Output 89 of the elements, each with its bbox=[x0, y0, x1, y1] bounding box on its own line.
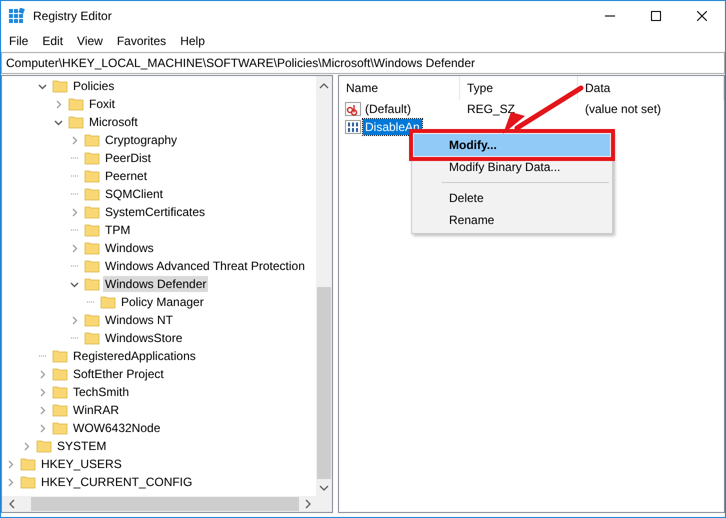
tree-item[interactable]: HKEY_CURRENT_CONFIG bbox=[39, 474, 194, 490]
folder-icon bbox=[84, 240, 100, 256]
maximize-icon bbox=[651, 11, 661, 21]
chevron-down-icon[interactable] bbox=[70, 280, 78, 288]
binary-value-icon bbox=[345, 119, 361, 135]
vertical-scrollbar[interactable] bbox=[316, 76, 332, 496]
scroll-thumb[interactable] bbox=[317, 287, 331, 479]
menu-item[interactable]: Edit bbox=[35, 34, 70, 48]
address-field[interactable]: Computer\HKEY_LOCAL_MACHINE\SOFTWARE\Policies\Microsoft\Windows Defender bbox=[1, 52, 725, 74]
tree-connector-icon bbox=[69, 337, 79, 339]
tree-item[interactable]: Windows Advanced Threat Protection bbox=[103, 258, 307, 274]
context-menu-item[interactable]: Modify... bbox=[414, 134, 610, 156]
chevron-right-icon[interactable] bbox=[70, 136, 78, 144]
tree-item[interactable]: Windows NT bbox=[103, 312, 176, 328]
tree-item[interactable]: Windows bbox=[103, 240, 156, 256]
tree-item[interactable]: Windows Defender bbox=[103, 276, 208, 292]
chevron-down-icon[interactable] bbox=[38, 82, 46, 90]
tree-item[interactable]: RegisteredApplications bbox=[71, 348, 198, 364]
value-name[interactable]: (Default) bbox=[363, 101, 414, 117]
window-title: Registry Editor bbox=[33, 9, 113, 23]
column-header[interactable]: Type bbox=[460, 76, 578, 100]
folder-icon bbox=[20, 456, 36, 472]
folder-icon bbox=[84, 204, 100, 220]
folder-icon bbox=[84, 132, 100, 148]
column-header[interactable]: Data bbox=[578, 76, 724, 100]
menu-item[interactable]: File bbox=[2, 34, 36, 48]
context-menu-item[interactable]: Modify Binary Data... bbox=[414, 156, 610, 178]
folder-icon bbox=[84, 330, 100, 346]
folder-icon bbox=[52, 78, 68, 94]
chevron-right-icon[interactable] bbox=[70, 244, 78, 252]
column-header[interactable]: Name bbox=[339, 76, 460, 100]
tree-item[interactable]: SYSTEM bbox=[55, 438, 108, 454]
folder-icon bbox=[84, 150, 100, 166]
folder-icon bbox=[52, 366, 68, 382]
tree-connector-icon bbox=[85, 301, 95, 303]
value-name[interactable]: DisableAn bbox=[363, 119, 422, 135]
tree-item[interactable]: SystemCertificates bbox=[103, 204, 208, 220]
tree-item[interactable]: WinRAR bbox=[71, 402, 122, 418]
tree-connector-icon bbox=[69, 265, 79, 267]
tree-item[interactable]: WindowsStore bbox=[103, 330, 184, 346]
folder-icon bbox=[52, 348, 68, 364]
registry-editor-icon bbox=[9, 8, 25, 24]
tree-item[interactable]: Peernet bbox=[103, 168, 150, 184]
folder-icon bbox=[84, 276, 100, 292]
scroll-thumb[interactable] bbox=[31, 497, 299, 511]
folder-icon bbox=[36, 438, 52, 454]
folder-icon bbox=[20, 474, 36, 490]
tree-item[interactable]: Microsoft bbox=[87, 114, 140, 130]
folder-icon bbox=[52, 402, 68, 418]
folder-icon bbox=[52, 420, 68, 436]
folder-icon bbox=[84, 222, 100, 238]
menu-item[interactable]: Favorites bbox=[110, 34, 174, 48]
horizontal-scrollbar[interactable] bbox=[2, 496, 316, 512]
tree-connector-icon bbox=[69, 175, 79, 177]
chevron-right-icon[interactable] bbox=[54, 100, 62, 108]
folder-icon bbox=[68, 114, 84, 130]
tree-item[interactable]: HKEY_USERS bbox=[39, 456, 124, 472]
tree-item[interactable]: Foxit bbox=[87, 96, 118, 112]
tree-item[interactable]: Cryptography bbox=[103, 132, 180, 148]
tree-item[interactable]: SoftEther Project bbox=[71, 366, 166, 382]
tree-item[interactable]: TPM bbox=[103, 222, 132, 238]
chevron-right-icon[interactable] bbox=[70, 316, 78, 324]
tree-connector-icon bbox=[69, 193, 79, 195]
tree-item[interactable]: Policy Manager bbox=[119, 294, 206, 310]
value-data: (value not set) bbox=[584, 102, 662, 116]
tree-item[interactable]: WOW6432Node bbox=[71, 420, 162, 436]
folder-icon bbox=[84, 258, 100, 274]
value-type: REG_SZ bbox=[466, 102, 516, 116]
tree-connector-icon bbox=[69, 157, 79, 159]
menu-item[interactable]: Help bbox=[173, 34, 212, 48]
chevron-right-icon[interactable] bbox=[70, 208, 78, 216]
tree-item[interactable]: PeerDist bbox=[103, 150, 154, 166]
folder-icon bbox=[84, 312, 100, 328]
menu-item[interactable]: View bbox=[70, 34, 110, 48]
folder-icon bbox=[68, 96, 84, 112]
folder-icon bbox=[52, 384, 68, 400]
string-value-icon bbox=[345, 101, 361, 117]
folder-icon bbox=[100, 294, 116, 310]
tree-item[interactable]: SQMClient bbox=[103, 186, 166, 202]
context-menu-item[interactable]: Delete bbox=[414, 187, 610, 209]
tree-item[interactable]: Policies bbox=[71, 78, 116, 94]
tree-connector-icon bbox=[37, 355, 47, 357]
context-menu-item[interactable]: Rename bbox=[414, 209, 610, 231]
folder-icon bbox=[84, 168, 100, 184]
close-icon bbox=[697, 11, 707, 21]
chevron-down-icon[interactable] bbox=[54, 118, 62, 126]
folder-icon bbox=[84, 186, 100, 202]
tree-item[interactable]: TechSmith bbox=[71, 384, 132, 400]
tree-connector-icon bbox=[69, 229, 79, 231]
